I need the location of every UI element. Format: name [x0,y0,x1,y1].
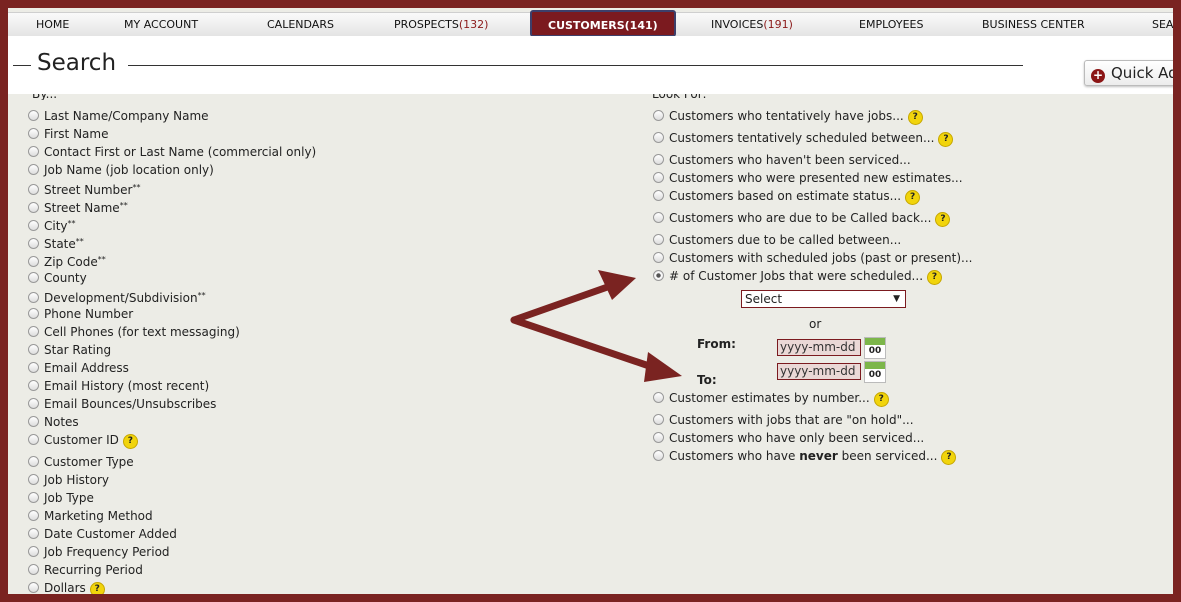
app-frame: HOME MY ACCOUNT CALENDARS PROSPECTS(132)… [8,8,1173,594]
arrowhead-lower [644,352,682,382]
annotation-arrow-lower [510,316,662,373]
annotation-arrow-upper [510,280,620,324]
annotation-arrows [510,270,682,382]
